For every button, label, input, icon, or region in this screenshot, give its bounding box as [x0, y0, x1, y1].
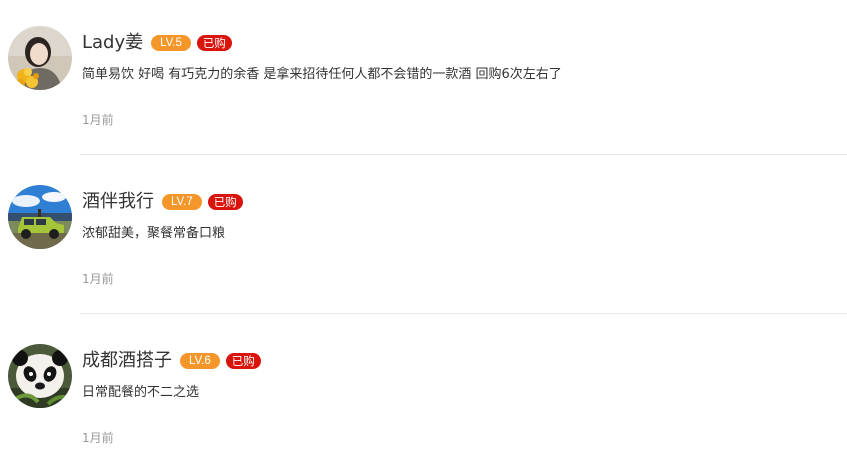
- review-time: 1月前: [82, 431, 114, 445]
- user-line: 成都酒搭子 LV.6 已购: [82, 348, 261, 374]
- divider: [80, 313, 847, 314]
- bought-badge: 已购: [225, 353, 261, 369]
- review-item: 成都酒搭子 LV.6 已购 日常配餐的不二之选 1月前: [0, 318, 847, 476]
- avatar[interactable]: [8, 344, 72, 408]
- level-badge: LV.5: [151, 35, 191, 51]
- username[interactable]: Lady姜: [82, 30, 143, 56]
- username[interactable]: 酒伴我行: [82, 189, 154, 215]
- username[interactable]: 成都酒搭子: [82, 348, 172, 374]
- review-text: 日常配餐的不二之选: [82, 385, 200, 400]
- review-text: 浓郁甜美，聚餐常备口粮: [82, 226, 226, 241]
- review-item: Lady姜 LV.5 已购 简单易饮 好喝 有巧克力的余香 是拿来招待任何人都不…: [0, 0, 847, 158]
- review-time: 1月前: [82, 272, 114, 286]
- user-line: Lady姜 LV.5 已购: [82, 30, 232, 56]
- bought-badge: 已购: [196, 35, 232, 51]
- avatar-woman-icon: [8, 26, 72, 90]
- bought-badge: 已购: [207, 194, 243, 210]
- review-text: 简单易饮 好喝 有巧克力的余香 是拿来招待任何人都不会错的一款酒 回购6次左右了: [82, 67, 562, 82]
- review-list: Lady姜 LV.5 已购 简单易饮 好喝 有巧克力的余香 是拿来招待任何人都不…: [0, 0, 847, 467]
- level-badge: LV.7: [162, 194, 202, 210]
- avatar-jeep-icon: [8, 185, 72, 249]
- review-item: 酒伴我行 LV.7 已购 浓郁甜美，聚餐常备口粮 1月前: [0, 159, 847, 317]
- user-line: 酒伴我行 LV.7 已购: [82, 189, 243, 215]
- avatar[interactable]: [8, 26, 72, 90]
- review-time: 1月前: [82, 113, 114, 127]
- avatar-panda-icon: [8, 344, 72, 408]
- level-badge: LV.6: [180, 353, 220, 369]
- divider: [80, 154, 847, 155]
- avatar[interactable]: [8, 185, 72, 249]
